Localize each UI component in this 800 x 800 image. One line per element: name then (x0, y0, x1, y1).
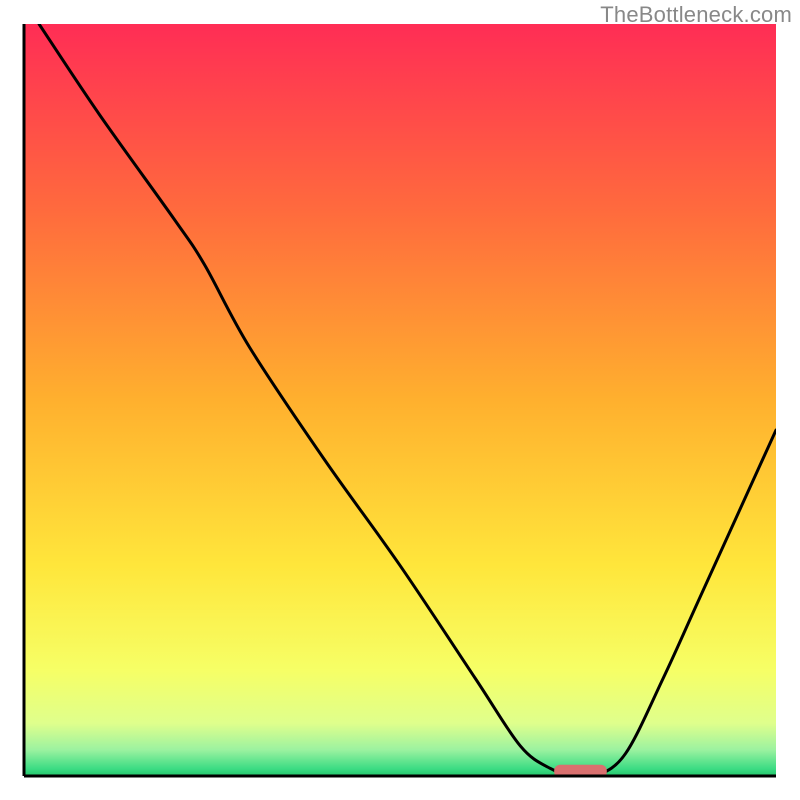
watermark-text: TheBottleneck.com (600, 2, 792, 28)
chart-container: TheBottleneck.com (0, 0, 800, 800)
plot-background-gradient (24, 24, 776, 776)
bottleneck-chart (0, 0, 800, 800)
